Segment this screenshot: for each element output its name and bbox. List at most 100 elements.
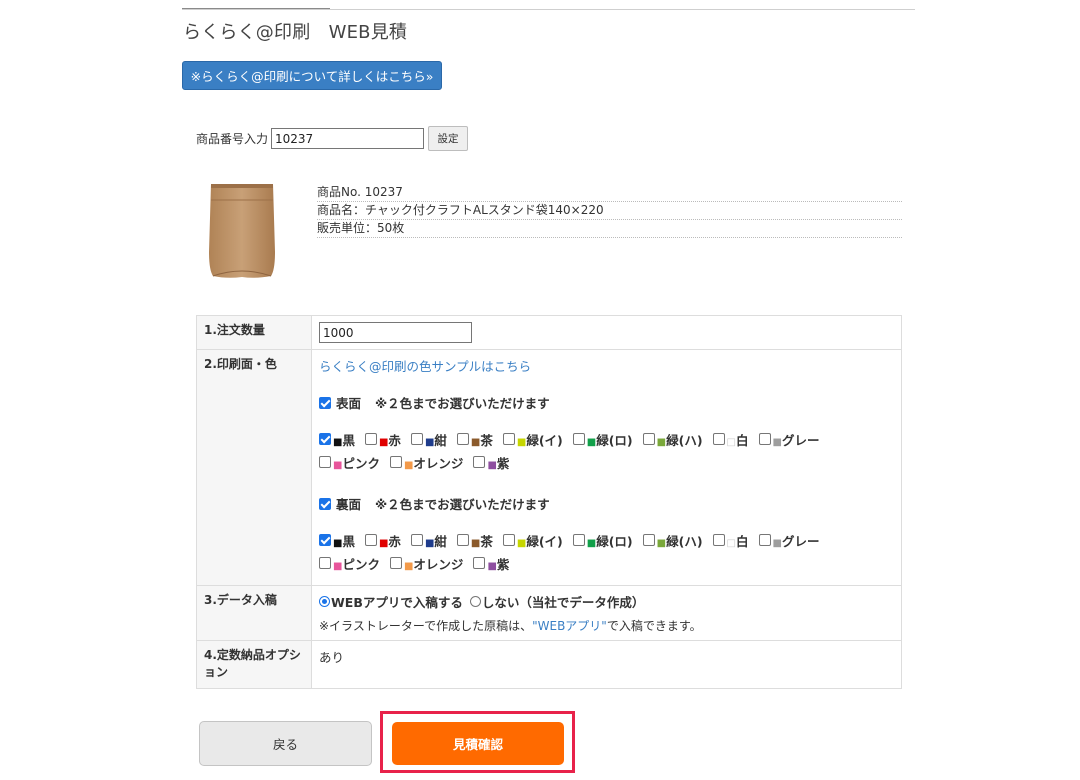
back-color-checkbox[interactable]	[456, 534, 469, 546]
front-color-checkbox[interactable]	[389, 456, 402, 468]
front-color-label: ■茶	[470, 432, 493, 448]
back-color-option[interactable]: ■グレー	[758, 532, 820, 549]
product-info: 商品No. 10237 商品名：チャック付クラフトALスタンド袋140×220 …	[317, 184, 902, 238]
front-color-checkbox[interactable]	[642, 433, 655, 445]
quantity-input[interactable]	[319, 322, 472, 343]
back-side-note: ※２色までお選びいただけます	[375, 497, 550, 512]
color-sample-link[interactable]: らくらく@印刷の色サンプルはこちら	[319, 356, 894, 375]
back-color-option[interactable]: □白	[712, 532, 749, 549]
back-color-label: ■緑(ハ)	[656, 533, 703, 549]
set-button[interactable]: 設定	[428, 126, 469, 151]
back-color-label: ■赤	[378, 533, 401, 549]
back-color-checkbox[interactable]	[473, 557, 486, 569]
front-color-checkbox[interactable]	[456, 433, 469, 445]
back-color-options: ■黒 ■赤 ■紺 ■茶 ■緑(イ) ■緑(ロ) ■緑(ハ) □白 ■グレー ■ピンク ■オレンジ ■紫	[319, 532, 894, 572]
web-app-link[interactable]: "WEBアプリ"	[532, 619, 607, 633]
front-color-option[interactable]: ■オレンジ	[389, 454, 463, 471]
back-color-option[interactable]: ■赤	[364, 532, 401, 549]
back-color-checkbox[interactable]	[319, 557, 331, 569]
back-color-checkbox[interactable]	[389, 557, 402, 569]
front-color-checkbox[interactable]	[319, 433, 331, 445]
fixed-option-row: 4.定数納品オプション あり	[196, 640, 902, 689]
front-side-note: ※２色までお選びいただけます	[375, 396, 550, 411]
front-color-label: ■黒	[333, 432, 355, 448]
data-submission-note: ※イラストレーターで作成した原稿は、"WEBアプリ"で入稿できます。	[319, 617, 894, 634]
back-color-checkbox[interactable]	[572, 534, 585, 546]
info-link-button[interactable]: ※らくらく@印刷について詳しくはこちら»	[182, 61, 442, 90]
quantity-row: 1.注文数量	[196, 315, 902, 350]
header-rule	[182, 9, 915, 10]
front-side-check[interactable]: 表面 ※２色までお選びいただけます	[319, 393, 894, 412]
front-color-option[interactable]: □白	[712, 431, 749, 448]
fixed-option-value: あり	[311, 640, 902, 689]
back-side-check[interactable]: 裏面 ※２色までお選びいただけます	[319, 494, 894, 513]
front-color-checkbox[interactable]	[502, 433, 515, 445]
front-color-option[interactable]: ■茶	[456, 431, 493, 448]
product-number-input[interactable]	[271, 128, 425, 149]
front-color-option[interactable]: ■緑(ハ)	[642, 431, 703, 448]
product-number-text: 商品No. 10237	[317, 184, 902, 202]
front-color-label: ■赤	[378, 432, 401, 448]
product-unit-text: 販売単位：50枚	[317, 220, 902, 238]
back-color-option[interactable]: ■緑(イ)	[502, 532, 563, 549]
back-color-option[interactable]: ■茶	[456, 532, 493, 549]
note-text-after: で入稿できます。	[606, 619, 702, 633]
front-color-checkbox[interactable]	[758, 433, 771, 445]
front-color-checkbox[interactable]	[319, 456, 331, 468]
print-row: 2.印刷面・色 らくらく@印刷の色サンプルはこちら 表面 ※２色までお選びいただ…	[196, 349, 902, 586]
estimate-confirm-button[interactable]: 見積確認	[392, 722, 564, 765]
front-color-option[interactable]: ■黒	[319, 431, 355, 448]
back-color-option[interactable]: ■オレンジ	[389, 555, 463, 572]
front-color-checkbox[interactable]	[473, 456, 486, 468]
front-color-label: ■グレー	[772, 432, 820, 448]
back-side-checkbox[interactable]	[319, 497, 331, 510]
front-color-label: □白	[726, 432, 749, 448]
front-color-options: ■黒 ■赤 ■紺 ■茶 ■緑(イ) ■緑(ロ) ■緑(ハ) □白 ■グレー ■ピンク ■オレンジ ■紫	[319, 431, 894, 471]
back-color-checkbox[interactable]	[319, 534, 331, 546]
back-color-checkbox[interactable]	[712, 534, 725, 546]
back-color-label: ■紺	[424, 533, 447, 549]
front-color-label: ■紫	[487, 455, 510, 471]
front-color-checkbox[interactable]	[572, 433, 585, 445]
front-color-option[interactable]: ■緑(イ)	[502, 431, 563, 448]
front-color-label: ■緑(イ)	[516, 432, 563, 448]
front-color-option[interactable]: ■ピンク	[319, 454, 380, 471]
front-side-label: 表面	[336, 396, 362, 411]
front-color-option[interactable]: ■グレー	[758, 431, 820, 448]
front-color-checkbox[interactable]	[364, 433, 377, 445]
front-color-checkbox[interactable]	[712, 433, 725, 445]
front-color-option[interactable]: ■紫	[473, 454, 510, 471]
back-color-checkbox[interactable]	[364, 534, 377, 546]
front-color-option[interactable]: ■赤	[364, 431, 401, 448]
back-color-checkbox[interactable]	[502, 534, 515, 546]
radio-no-data[interactable]	[469, 596, 481, 607]
back-color-label: ■ピンク	[333, 556, 380, 572]
front-color-checkbox[interactable]	[410, 433, 423, 445]
back-side-label: 裏面	[336, 497, 362, 512]
radio-web-app[interactable]	[319, 596, 330, 607]
back-color-option[interactable]: ■紫	[473, 555, 509, 572]
page-title: らくらく@印刷 WEB見積	[183, 22, 408, 43]
front-color-label: ■紺	[424, 432, 447, 448]
radio-web-app-label[interactable]: WEBアプリで入稿する	[331, 592, 463, 611]
product-number-row: 商品番号入力 設定	[196, 126, 469, 151]
quantity-label: 1.注文数量	[196, 315, 312, 350]
front-color-option[interactable]: ■紺	[410, 431, 447, 448]
back-color-label: ■グレー	[772, 533, 820, 549]
back-color-option[interactable]: ■ピンク	[319, 555, 380, 572]
front-side-checkbox[interactable]	[319, 396, 331, 409]
product-name-text: 商品名：チャック付クラフトALスタンド袋140×220	[317, 202, 902, 220]
back-color-option[interactable]: ■緑(ロ)	[572, 532, 633, 549]
back-button[interactable]: 戻る	[199, 721, 372, 766]
back-color-option[interactable]: ■紺	[410, 532, 447, 549]
data-submission-label: 3.データ入稿	[196, 585, 312, 641]
back-color-checkbox[interactable]	[758, 534, 771, 546]
back-color-label: □白	[726, 533, 749, 549]
data-submission-row: 3.データ入稿 WEBアプリで入稿する しない（当社でデータ作成） ※イラストレ…	[196, 585, 902, 641]
front-color-option[interactable]: ■緑(ロ)	[572, 431, 633, 448]
back-color-option[interactable]: ■黒	[319, 532, 355, 549]
back-color-option[interactable]: ■緑(ハ)	[642, 532, 703, 549]
back-color-checkbox[interactable]	[642, 534, 655, 546]
back-color-checkbox[interactable]	[410, 534, 423, 546]
radio-no-data-label[interactable]: しない（当社でデータ作成）	[482, 592, 645, 611]
